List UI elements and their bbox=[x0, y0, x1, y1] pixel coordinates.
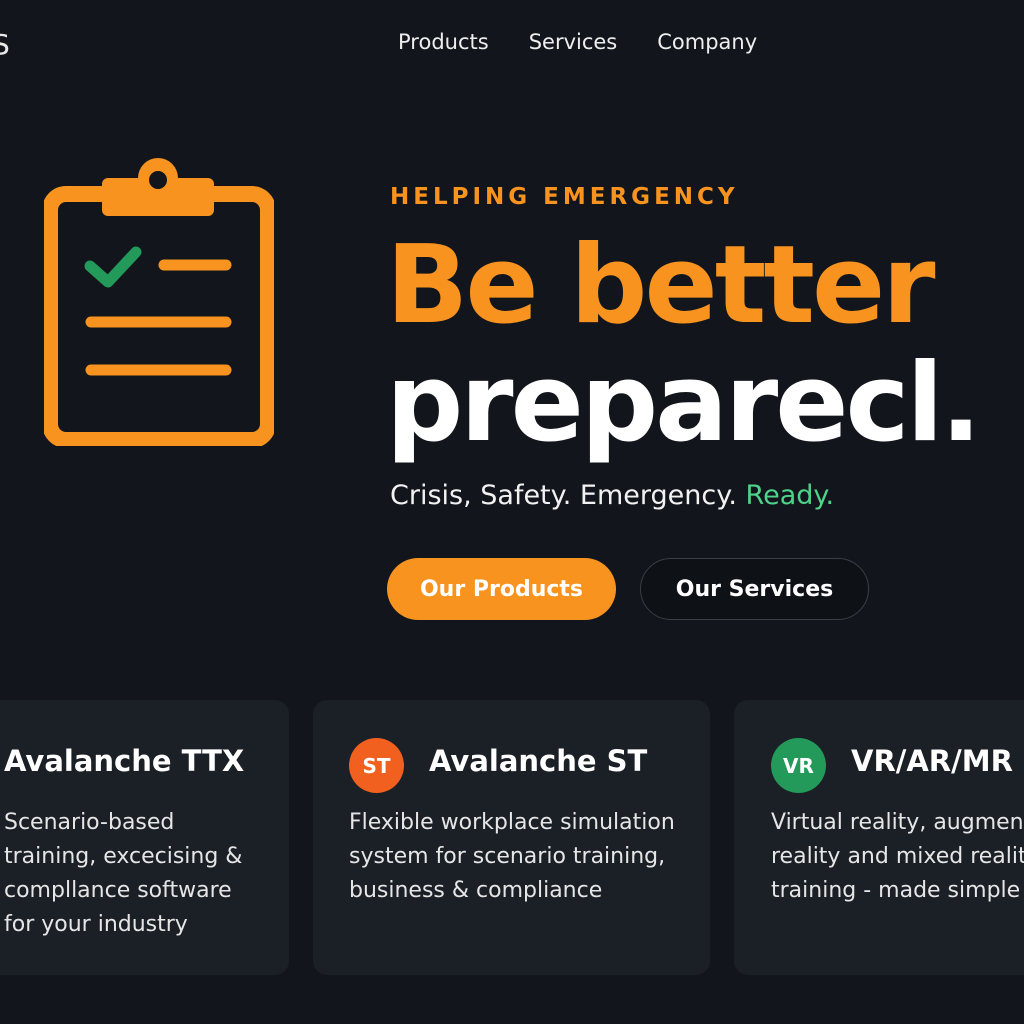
main-nav: Products Services Company bbox=[398, 28, 797, 56]
clipboard-checklist-icon bbox=[44, 158, 274, 446]
card-title: Avalanche TTX bbox=[4, 744, 245, 778]
hero-headline-line1: Be better bbox=[386, 223, 935, 348]
card-title: VR/AR/MR bbox=[851, 744, 1013, 778]
nav-company[interactable]: Company bbox=[657, 28, 757, 56]
st-badge-icon: ST bbox=[349, 738, 404, 793]
product-card-avalanche-st[interactable]: ST Avalanche ST Flexible workplace simul… bbox=[313, 700, 710, 975]
logo[interactable]: S bbox=[0, 28, 10, 61]
hero-eyebrow: HELPING EMERGENCY bbox=[390, 184, 739, 210]
tagline-main: Crisis, Safety. Emergency. bbox=[390, 480, 737, 511]
nav-services[interactable]: Services bbox=[529, 28, 618, 56]
product-card-vr-ar-mr[interactable]: VR VR/AR/MR Virtual reality, augment rea… bbox=[734, 700, 1024, 975]
card-description: Scenario-based training, excecising & co… bbox=[4, 810, 243, 937]
card-description: Flexible workplace simulation system for… bbox=[349, 810, 675, 903]
nav-products[interactable]: Products bbox=[398, 28, 489, 56]
hero-headline-line2: preparecl. bbox=[386, 341, 982, 466]
card-description: Virtual reality, augment reality and mix… bbox=[771, 810, 1024, 903]
product-card-avalanche-ttx[interactable]: Avalanche TTX Scenario-based training, e… bbox=[0, 700, 289, 975]
our-services-button[interactable]: Our Services bbox=[640, 558, 869, 620]
hero-tagline: Crisis, Safety. Emergency. Ready. bbox=[390, 480, 834, 511]
vr-badge-icon: VR bbox=[771, 738, 826, 793]
tagline-accent: Ready. bbox=[745, 480, 835, 511]
our-products-button[interactable]: Our Products bbox=[387, 558, 616, 620]
card-title: Avalanche ST bbox=[429, 744, 648, 778]
